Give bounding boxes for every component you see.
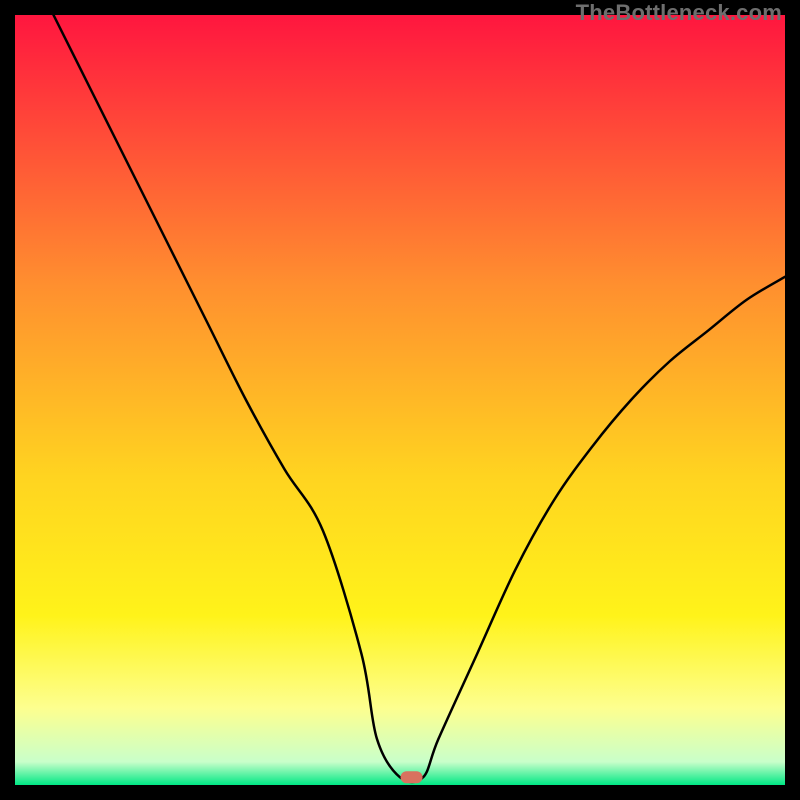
chart-frame [15, 15, 785, 785]
optimal-marker [401, 771, 423, 783]
watermark-text: TheBottleneck.com [576, 0, 782, 26]
bottleneck-chart [15, 15, 785, 785]
gradient-background [15, 15, 785, 785]
